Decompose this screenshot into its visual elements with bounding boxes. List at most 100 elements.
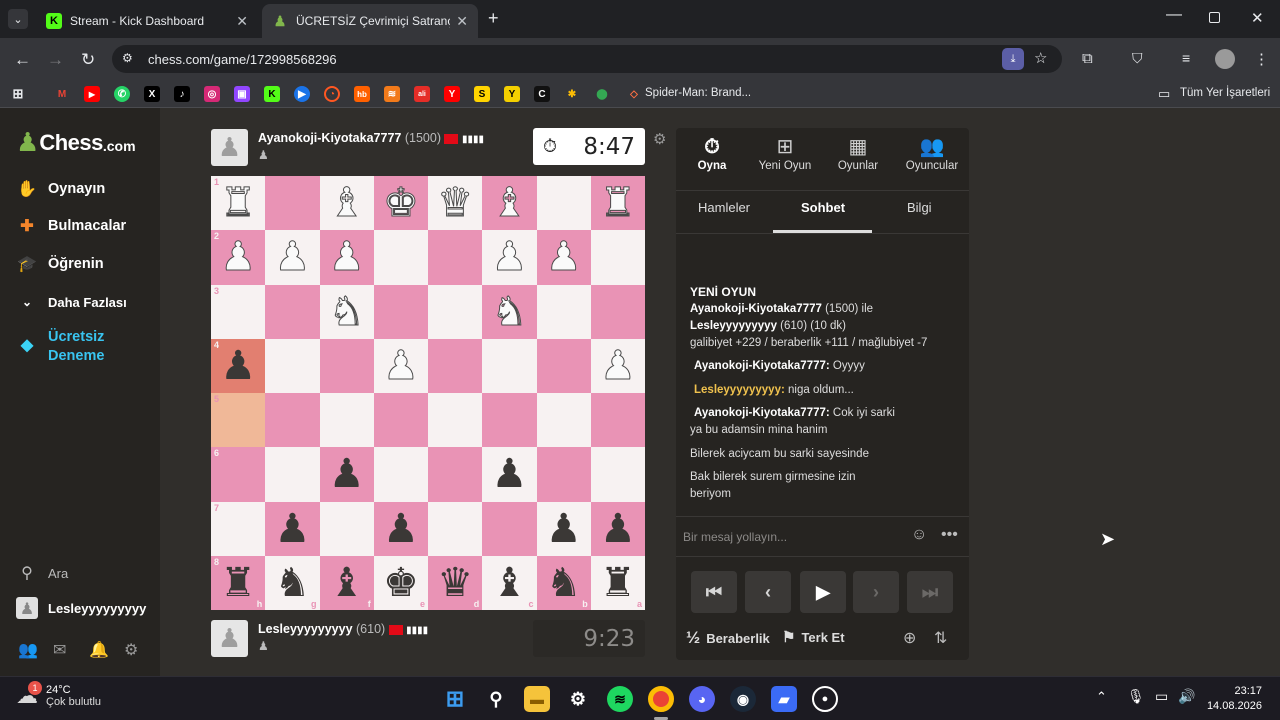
- board-square[interactable]: ♚: [373, 176, 428, 231]
- white-queen-icon[interactable]: ♛: [437, 183, 474, 224]
- board-square[interactable]: [482, 501, 537, 556]
- address-bar[interactable]: ⚙ chess.com/game/172998568296 ⤓ ☆: [112, 45, 1062, 73]
- white-knight-icon[interactable]: ♞: [491, 291, 528, 332]
- board-square[interactable]: ♞: [482, 284, 537, 339]
- board-square[interactable]: [482, 393, 537, 448]
- board-square[interactable]: [590, 393, 645, 448]
- board-square[interactable]: ♟: [373, 501, 428, 556]
- board-square[interactable]: 2 ♟: [211, 230, 266, 285]
- board-square[interactable]: [319, 393, 374, 448]
- more-options-icon[interactable]: •••: [941, 526, 958, 544]
- board-square[interactable]: [265, 447, 320, 502]
- black-knight-icon[interactable]: ♞: [274, 563, 310, 603]
- white-pawn-icon[interactable]: ♟: [274, 237, 311, 278]
- tab-play[interactable]: ⏱ Oyna: [676, 134, 748, 172]
- board-square[interactable]: ♛: [428, 176, 483, 231]
- white-pawn-icon[interactable]: ♟: [491, 237, 528, 278]
- orange-circle-icon[interactable]: ◔: [324, 86, 340, 102]
- new-tab-button[interactable]: +: [488, 8, 499, 29]
- bookmark-folder-icon[interactable]: ◇: [626, 86, 642, 102]
- black-pawn-icon[interactable]: ♟: [600, 509, 636, 549]
- close-icon[interactable]: ✕: [456, 13, 468, 30]
- board-square[interactable]: [373, 393, 428, 448]
- steam-icon[interactable]: ◉: [730, 686, 756, 712]
- board-square[interactable]: [590, 230, 645, 285]
- back-icon[interactable]: ←: [14, 50, 31, 70]
- sidebar-item-learn[interactable]: 🎓 Öğrenin: [16, 253, 104, 275]
- white-king-icon[interactable]: ♚: [382, 183, 419, 224]
- close-window-button[interactable]: ✕: [1251, 9, 1264, 27]
- board-square[interactable]: [319, 501, 374, 556]
- white-pawn-icon[interactable]: ♟: [382, 345, 419, 386]
- black-pawn-icon[interactable]: ♟: [274, 509, 310, 549]
- board-square[interactable]: ♞: [319, 284, 374, 339]
- board-square[interactable]: 3: [211, 284, 266, 339]
- black-pawn-icon[interactable]: ♟: [383, 509, 419, 549]
- extension-hat-icon[interactable]: ⛉: [1132, 50, 1143, 67]
- forward-icon[interactable]: →: [47, 50, 64, 70]
- board-square[interactable]: ♟: [482, 230, 537, 285]
- y-yellow-icon[interactable]: Y: [504, 86, 520, 102]
- whatsapp-icon[interactable]: ✆: [114, 86, 130, 102]
- steam-like-icon[interactable]: ⚙: [565, 686, 591, 712]
- black-queen-icon[interactable]: ♛: [437, 563, 473, 603]
- instagram-icon[interactable]: ◎: [204, 86, 220, 102]
- media-controls-icon[interactable]: ≡: [1182, 50, 1190, 66]
- bell-icon[interactable]: 🔔: [89, 640, 109, 660]
- clock-area[interactable]: 23:17 14.08.2026: [1204, 684, 1262, 714]
- c-app-icon[interactable]: C: [534, 86, 550, 102]
- sidebar-item-play[interactable]: ✋ Oynayın: [16, 178, 105, 200]
- file-explorer-icon[interactable]: ▬: [524, 686, 550, 712]
- board-square[interactable]: [536, 176, 591, 231]
- blue-circle-icon[interactable]: ▶: [294, 86, 310, 102]
- site-info-icon[interactable]: ⚙: [122, 51, 133, 65]
- board-square[interactable]: [428, 230, 483, 285]
- white-pawn-icon[interactable]: ♟: [220, 237, 257, 278]
- board-square[interactable]: ♟: [319, 447, 374, 502]
- gear-icon[interactable]: ⚙: [124, 640, 138, 660]
- flip-board-icon[interactable]: ⇅: [934, 628, 947, 648]
- board-square[interactable]: [265, 338, 320, 393]
- board-square[interactable]: [428, 447, 483, 502]
- gmail-icon[interactable]: M: [54, 86, 70, 102]
- board-square[interactable]: e ♚: [373, 555, 428, 610]
- sidebar-search[interactable]: ⚲ Ara: [16, 562, 68, 584]
- kick-icon[interactable]: K: [264, 86, 280, 102]
- subtab-chat[interactable]: Sohbet: [801, 200, 845, 215]
- spotify-icon[interactable]: ≋: [607, 686, 633, 712]
- message-author[interactable]: Ayanokoji-Kiyotaka7777:: [694, 407, 830, 419]
- close-icon[interactable]: ✕: [236, 13, 248, 30]
- orange-app-icon[interactable]: ≋: [384, 86, 400, 102]
- board-square[interactable]: 7: [211, 501, 266, 556]
- sidebar-item-more[interactable]: ⌄ Daha Fazlası: [16, 291, 127, 313]
- board-square[interactable]: d ♛: [428, 555, 483, 610]
- player-name[interactable]: Lesleyyyyyyyyy: [690, 320, 777, 332]
- youtube-icon[interactable]: ▶: [84, 86, 100, 102]
- start-icon[interactable]: ⊞: [442, 686, 468, 712]
- board-square[interactable]: ♟: [373, 338, 428, 393]
- top-player-name[interactable]: Ayanokoji-Kiyotaka7777: [258, 131, 401, 145]
- apps-grid-icon[interactable]: ⊞: [10, 86, 26, 102]
- black-pawn-icon[interactable]: ♟: [491, 454, 527, 494]
- microphone-icon[interactable]: 🎙: [1127, 688, 1145, 705]
- board-square[interactable]: 5: [211, 393, 266, 448]
- board-square[interactable]: [373, 447, 428, 502]
- network-icon[interactable]: ▭: [1155, 688, 1168, 705]
- chess-board[interactable]: 1 ♜ ♝ ♚ ♛ ♝ ♜ 2 ♟ ♟ ♟ ♟ ♟ 3 ♞ ♞ 4 ♟ ♟ ♟ 5 6 ♟ ♟ 7 ♟ ♟ ♟ ♟ 8 h ♜ g ♞ f ♝ e ♚ d ♛…: [211, 176, 645, 610]
- next-move-button[interactable]: ›: [853, 571, 899, 613]
- board-square[interactable]: [428, 338, 483, 393]
- message-author[interactable]: Ayanokoji-Kiyotaka7777:: [694, 360, 830, 372]
- show-hidden-icons[interactable]: ⌃: [1096, 689, 1107, 705]
- blue-app-icon[interactable]: ▰: [771, 686, 797, 712]
- board-square[interactable]: [428, 393, 483, 448]
- tiktok-icon[interactable]: ♪: [174, 86, 190, 102]
- board-square[interactable]: 4 ♟: [211, 338, 266, 393]
- subtab-moves[interactable]: Hamleler: [698, 200, 750, 215]
- y-app-icon[interactable]: Y: [444, 86, 460, 102]
- board-square[interactable]: [590, 284, 645, 339]
- mail-icon[interactable]: ✉: [53, 640, 66, 660]
- black-knight-icon[interactable]: ♞: [546, 563, 582, 603]
- chess-logo[interactable]: ♟ Chess .com: [16, 130, 136, 156]
- board-square[interactable]: ♟: [536, 230, 591, 285]
- board-square[interactable]: g ♞: [265, 555, 320, 610]
